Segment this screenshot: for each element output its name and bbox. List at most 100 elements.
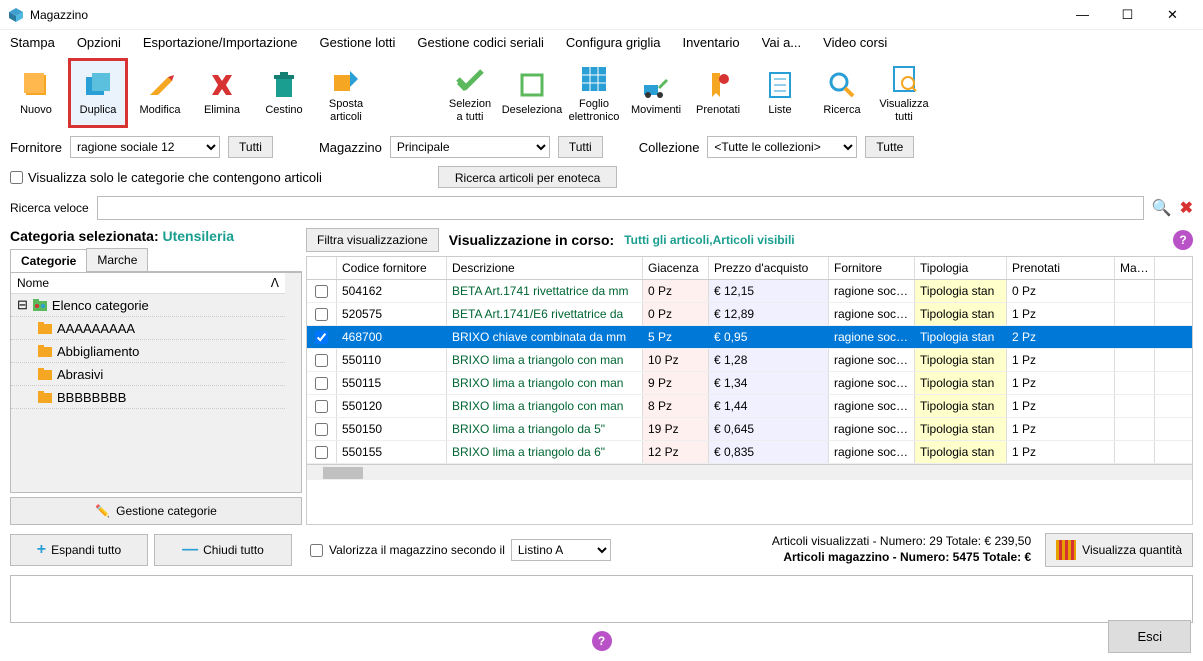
row-checkbox[interactable]: [315, 331, 328, 344]
search-label: Ricerca veloce: [10, 201, 89, 215]
row-checkbox[interactable]: [315, 308, 328, 321]
valorizza-checkbox[interactable]: [310, 544, 323, 557]
menu-gestione-lotti[interactable]: Gestione lotti: [316, 33, 400, 52]
chiudi-tutto-button[interactable]: —Chiudi tutto: [154, 534, 292, 566]
sposta-button[interactable]: Sposta articoli: [316, 58, 376, 128]
valorizza-select[interactable]: Listino A: [511, 539, 611, 561]
tab-categorie[interactable]: Categorie: [10, 249, 87, 272]
fornitore-select[interactable]: ragione sociale 12: [70, 136, 220, 158]
grid-hscroll[interactable]: [307, 464, 1192, 480]
col-forn[interactable]: Fornitore: [829, 257, 915, 279]
tree-expand-icon[interactable]: ⊟: [17, 297, 28, 313]
menu-vai-a-[interactable]: Vai a...: [758, 33, 806, 52]
tree-column-chevron-icon[interactable]: ᐱ: [271, 276, 279, 290]
foglio-button[interactable]: Foglio elettronico: [564, 58, 624, 128]
visualizza-solo-checkbox[interactable]: [10, 171, 23, 184]
row-checkbox[interactable]: [315, 423, 328, 436]
table-row[interactable]: 550110BRIXO lima a triangolo con man10 P…: [307, 349, 1192, 372]
folder-icon: [37, 389, 53, 405]
table-row[interactable]: 550150BRIXO lima a triangolo da 5"19 Pz€…: [307, 418, 1192, 441]
movimenti-icon: [640, 69, 672, 101]
col-marche[interactable]: Marche: [1115, 257, 1155, 279]
gestione-categorie-button[interactable]: ✏️ Gestione categorie: [10, 497, 302, 525]
table-row[interactable]: 504162BETA Art.1741 rivettatrice da mm0 …: [307, 280, 1192, 303]
collezione-tutte-button[interactable]: Tutte: [865, 136, 914, 158]
row-checkbox[interactable]: [315, 354, 328, 367]
tab-marche[interactable]: Marche: [86, 248, 148, 271]
category-label: Categoria selezionata:: [10, 228, 159, 244]
folder-icon: [32, 297, 48, 313]
tree-item[interactable]: BBBBBBBB: [11, 386, 285, 409]
col-checkbox[interactable]: [307, 257, 337, 279]
cestino-button[interactable]: Cestino: [254, 58, 314, 128]
collezione-label: Collezione: [639, 140, 700, 155]
col-desc[interactable]: Descrizione: [447, 257, 643, 279]
close-button[interactable]: ✕: [1150, 1, 1195, 29]
magazzino-tutti-button[interactable]: Tutti: [558, 136, 603, 158]
minimize-button[interactable]: —: [1060, 1, 1105, 29]
seleziona-button[interactable]: Selezion a tutti: [440, 58, 500, 128]
elimina-button[interactable]: Elimina: [192, 58, 252, 128]
table-row[interactable]: 468700BRIXO chiave combinata da mm5 Pz€ …: [307, 326, 1192, 349]
footer-help-icon[interactable]: ?: [592, 631, 612, 651]
deseleziona-button[interactable]: Deseleziona: [502, 58, 562, 128]
col-tip[interactable]: Tipologia: [915, 257, 1007, 279]
maximize-button[interactable]: ☐: [1105, 1, 1150, 29]
collezione-select[interactable]: <Tutte le collezioni>: [707, 136, 857, 158]
foglio-icon: [578, 63, 610, 95]
nuovo-button[interactable]: Nuovo: [6, 58, 66, 128]
col-prezzo[interactable]: Prezzo d'acquisto: [709, 257, 829, 279]
ricerca-button[interactable]: Ricerca: [812, 58, 872, 128]
table-row[interactable]: 520575BETA Art.1741/E6 rivettatrice da0 …: [307, 303, 1192, 326]
movimenti-button[interactable]: Movimenti: [626, 58, 686, 128]
tree-item[interactable]: Abrasivi: [11, 363, 285, 386]
col-giac[interactable]: Giacenza: [643, 257, 709, 279]
fornitore-tutti-button[interactable]: Tutti: [228, 136, 273, 158]
folder-icon: [37, 366, 53, 382]
menu-inventario[interactable]: Inventario: [679, 33, 744, 52]
menu-opzioni[interactable]: Opzioni: [73, 33, 125, 52]
sposta-icon: [330, 63, 362, 95]
table-row[interactable]: 550120BRIXO lima a triangolo con man8 Pz…: [307, 395, 1192, 418]
espandi-tutto-button[interactable]: +Espandi tutto: [10, 534, 148, 566]
modifica-button[interactable]: Modifica: [130, 58, 190, 128]
tree-scrollbar[interactable]: [285, 273, 301, 492]
clear-search-icon[interactable]: ✖: [1180, 198, 1193, 218]
liste-button[interactable]: Liste: [750, 58, 810, 128]
menu-stampa[interactable]: Stampa: [6, 33, 59, 52]
col-pren[interactable]: Prenotati: [1007, 257, 1115, 279]
row-checkbox[interactable]: [315, 400, 328, 413]
prenotati-button[interactable]: Prenotati: [688, 58, 748, 128]
tree-root[interactable]: ⊟Elenco categorie: [11, 294, 285, 317]
visualizza-button[interactable]: Visualizza tutti: [874, 58, 934, 128]
ricerca-enoteca-button[interactable]: Ricerca articoli per enoteca: [438, 166, 617, 188]
notes-textarea[interactable]: [10, 575, 1193, 623]
duplica-button[interactable]: Duplica: [68, 58, 128, 128]
row-checkbox[interactable]: [315, 285, 328, 298]
tree-item[interactable]: AAAAAAAAA: [11, 317, 285, 340]
search-input[interactable]: [97, 196, 1144, 220]
menu-gestione-codici-seriali[interactable]: Gestione codici seriali: [413, 33, 547, 52]
valorizza-label: Valorizza il magazzino secondo il: [329, 543, 505, 557]
bottom-controls: +Espandi tutto —Chiudi tutto Valorizza i…: [0, 529, 1203, 571]
filtra-visualizzazione-button[interactable]: Filtra visualizzazione: [306, 228, 439, 252]
col-code[interactable]: Codice fornitore: [337, 257, 447, 279]
magazzino-select[interactable]: Principale: [390, 136, 550, 158]
tree-item[interactable]: Abbigliamento: [11, 340, 285, 363]
qty-icon: [1056, 540, 1076, 560]
table-row[interactable]: 550155BRIXO lima a triangolo da 6"12 Pz€…: [307, 441, 1192, 464]
visualizza-quantita-button[interactable]: Visualizza quantità: [1045, 533, 1193, 567]
viz-label: Visualizzazione in corso:: [449, 232, 614, 248]
search-icon[interactable]: 🔍: [1152, 198, 1172, 218]
window-title: Magazzino: [30, 8, 1060, 22]
menu-configura-griglia[interactable]: Configura griglia: [562, 33, 665, 52]
menu-video-corsi[interactable]: Video corsi: [819, 33, 891, 52]
fornitore-label: Fornitore: [10, 140, 62, 155]
menu-esportazione-importazione[interactable]: Esportazione/Importazione: [139, 33, 302, 52]
esci-button[interactable]: Esci: [1108, 620, 1191, 653]
help-icon[interactable]: ?: [1173, 230, 1193, 250]
magazzino-label: Magazzino: [319, 140, 382, 155]
table-row[interactable]: 550115BRIXO lima a triangolo con man9 Pz…: [307, 372, 1192, 395]
row-checkbox[interactable]: [315, 446, 328, 459]
row-checkbox[interactable]: [315, 377, 328, 390]
